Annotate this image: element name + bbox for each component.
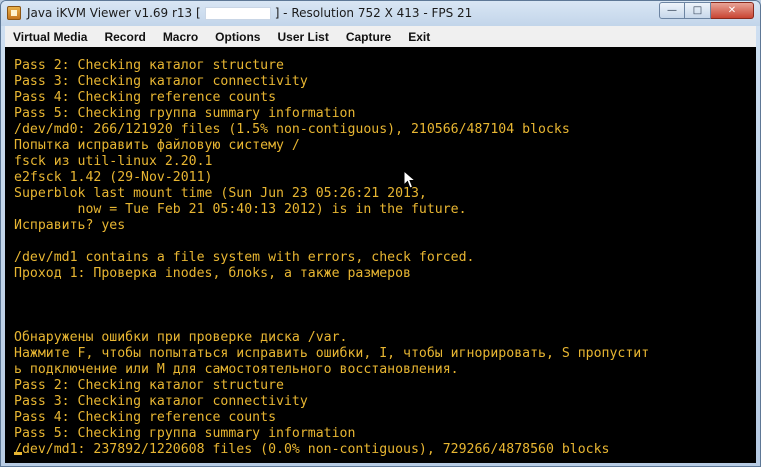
console-line: Pass 2: Checking каталог structure xyxy=(14,378,284,393)
console-line: fsck из util-linux 2.20.1 xyxy=(14,154,213,169)
console-line: Исправить? yes xyxy=(14,218,126,233)
window-title: Java iKVM Viewer v1.69 r13 [ ] - Resolut… xyxy=(27,6,472,20)
minimize-button[interactable]: — xyxy=(659,2,685,19)
console-line: Superblok last mount time (Sun Jun 23 05… xyxy=(14,186,427,201)
menu-record[interactable]: Record xyxy=(96,30,154,44)
console-line: Проход 1: Проверка inodes, блоks, а такж… xyxy=(14,266,411,281)
console-line: /dev/md1 contains a file system with err… xyxy=(14,250,475,265)
maximize-icon: □ xyxy=(692,5,703,16)
console-line: /dev/md0: 266/121920 files (1.5% non-con… xyxy=(14,122,570,137)
minimize-icon: — xyxy=(667,5,677,16)
menu-macro[interactable]: Macro xyxy=(155,30,207,44)
close-icon: ✕ xyxy=(727,5,737,16)
kvm-viewer-window: Java iKVM Viewer v1.69 r13 [ ] - Resolut… xyxy=(0,0,761,467)
console-line: Попытка исправить файловую систему / xyxy=(14,138,300,153)
menu-capture[interactable]: Capture xyxy=(338,30,400,44)
java-app-icon xyxy=(7,6,21,20)
console-line: e2fsck 1.42 (29-Nov-2011) xyxy=(14,170,213,185)
menu-bar: Virtual Media Record Macro Options User … xyxy=(5,26,756,48)
console-line: Нажмите F, чтобы попытаться исправить ош… xyxy=(14,346,650,361)
console-line: /dev/md1: 237892/1220608 files (0.0% non… xyxy=(14,442,610,457)
console-line: Pass 4: Checking reference counts xyxy=(14,90,277,105)
console-line: Pass 2: Checking каталог structure xyxy=(14,58,284,73)
mouse-pointer-icon xyxy=(403,170,417,189)
text-cursor xyxy=(14,452,22,455)
console-line: Обнаружены ошибки при проверке диска /va… xyxy=(14,330,348,345)
console-line: Pass 3: Checking каталог connectivity xyxy=(14,74,308,89)
console-line: Pass 4: Checking reference counts xyxy=(14,410,277,425)
close-button[interactable]: ✕ xyxy=(711,2,754,19)
menu-exit[interactable]: Exit xyxy=(400,30,439,44)
redacted-host-field xyxy=(204,6,271,20)
menu-options[interactable]: Options xyxy=(207,30,269,44)
console-line: now = Tue Feb 21 05:40:13 2012) is in th… xyxy=(14,202,467,217)
window-controls: — □ ✕ xyxy=(659,2,754,19)
console-line: Pass 5: Checking группа summary informat… xyxy=(14,106,356,121)
window-title-suffix: ] - Resolution 752 X 413 - FPS 21 xyxy=(274,6,473,20)
menu-user-list[interactable]: User List xyxy=(269,30,337,44)
remote-console-screen[interactable]: Pass 2: Checking каталог structure Pass … xyxy=(5,47,756,463)
maximize-button[interactable]: □ xyxy=(685,2,711,19)
title-bar[interactable]: Java iKVM Viewer v1.69 r13 [ ] - Resolut… xyxy=(1,1,760,26)
menu-virtual-media[interactable]: Virtual Media xyxy=(5,30,96,44)
console-line: Pass 3: Checking каталог connectivity xyxy=(14,394,308,409)
console-output: Pass 2: Checking каталог structure Pass … xyxy=(14,58,649,458)
console-line: ь подключение или M для самостоятельного… xyxy=(14,362,459,377)
window-title-prefix: Java iKVM Viewer v1.69 r13 [ xyxy=(27,6,201,20)
console-line: Pass 5: Checking группа summary informat… xyxy=(14,426,356,441)
